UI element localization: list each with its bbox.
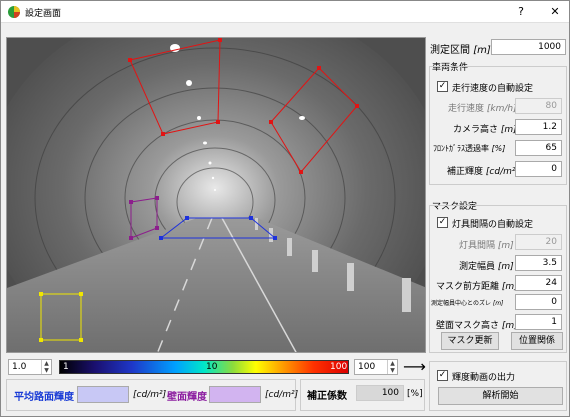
position-button[interactable]: 位置関係 [511,332,563,350]
wall-mask-label: 壁面マスク高さ [m] [436,321,518,331]
app-icon [8,6,20,18]
measure-interval-field[interactable]: 1000 [491,39,566,55]
colorbar-label-mid: 10 [206,362,218,372]
tunnel-image [7,38,425,352]
camera-height-field[interactable]: 1.2 [515,119,562,135]
wall-mask-field[interactable]: 1 [515,314,562,330]
wall-lum-unit: [cd/m²] [265,390,299,400]
luminance-colorbar: 1 10 100 [59,360,349,374]
start-analysis-button[interactable]: 解析開始 [438,387,563,405]
measure-interval-label: 測定区間 [m] [430,45,491,56]
corr-coef-field[interactable]: 100 [356,385,404,401]
mask-update-button[interactable]: マスク更新 [441,332,499,350]
arrow-right-icon[interactable]: ⟶ [403,357,426,376]
help-button[interactable]: ? [507,3,535,21]
offset-label: 測定幅員中心とのズレ [m] [431,300,504,307]
glass-trans-field[interactable]: 65 [515,140,562,156]
corr-coef-unit: [%] [407,389,423,399]
glass-trans-label: ﾌﾛﾝﾄｶﾞﾗｽ透過率 [%] [433,144,506,153]
road-lum-field [77,386,129,403]
measure-width-label: 測定幅員 [m] [459,262,514,272]
tunnel-preview[interactable] [6,37,426,353]
wall-lum-field [209,386,261,403]
road-lum-unit: [cd/m²] [133,390,167,400]
colorbar-max-spinner[interactable]: 100 ▲ ▼ [354,359,398,375]
speed-field[interactable]: 80 [515,98,562,114]
output-video-checkbox[interactable]: ✓ [437,370,448,381]
auto-speed-label: 走行速度の自動設定 [452,84,534,94]
auto-light-checkbox[interactable]: ✓ [437,217,448,228]
light-interval-field[interactable]: 20 [515,234,562,250]
auto-light-label: 灯具間隔の自動設定 [452,220,534,230]
colorbar-label-min: 1 [63,362,69,372]
mask-front-field[interactable]: 24 [515,275,562,291]
close-button[interactable]: ✕ [541,3,569,21]
output-video-label: 輝度動画の出力 [452,373,516,383]
offset-field[interactable]: 0 [515,294,562,310]
settings-window: 設定画面 ? ✕ 測定区間 [m] 1000 車両条件 ✓ 走行速度の自動設定 … [0,0,570,417]
light-interval-label: 灯具間隔 [m] [459,241,514,251]
road-lum-label: 平均路面輝度 [14,392,74,403]
wall-lum-label: 壁面輝度 [167,392,207,403]
corr-coef-label: 補正係数 [307,391,347,402]
colorbar-label-max: 100 [330,362,348,372]
speed-label: 走行速度 [km/h] [448,104,517,114]
spinner-arrows-icon[interactable]: ▲ ▼ [41,360,51,374]
title-bar: 設定画面 ? ✕ [1,1,569,23]
colorbar-min-spinner[interactable]: 1.0 ▲ ▼ [8,359,52,375]
spinner-arrows-icon[interactable]: ▲ ▼ [387,360,397,374]
corr-lum-label: 補正輝度 [cd/m²] [447,167,519,177]
window-title: 設定画面 [25,9,62,19]
auto-speed-checkbox[interactable]: ✓ [437,81,448,92]
mask-front-label: マスク前方距離 [m] [436,282,518,292]
camera-height-label: カメラ高さ [m] [453,125,517,135]
corr-lum-field[interactable]: 0 [515,161,562,177]
measure-width-field[interactable]: 3.5 [515,255,562,271]
